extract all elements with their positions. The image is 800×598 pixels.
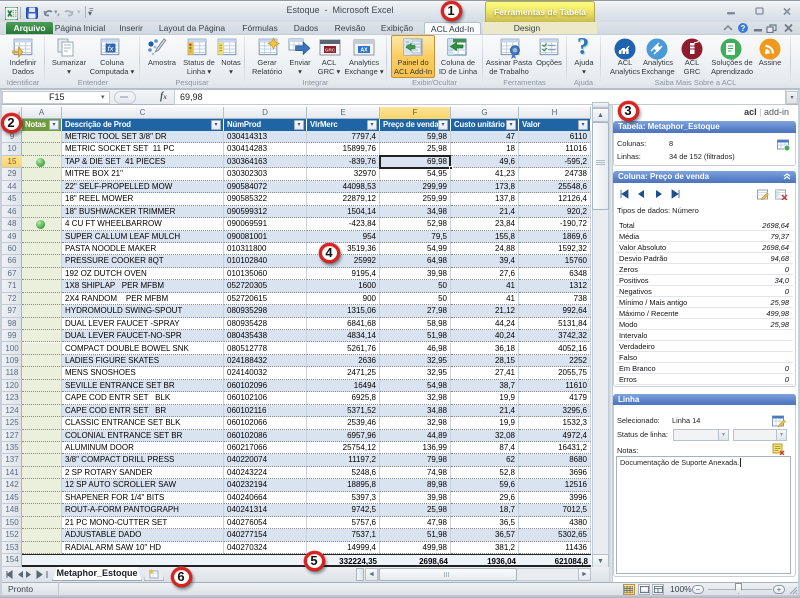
svg-text:GRC: GRC: [325, 48, 336, 53]
svg-text:?: ?: [741, 24, 746, 33]
svg-text:AX: AX: [361, 48, 369, 54]
